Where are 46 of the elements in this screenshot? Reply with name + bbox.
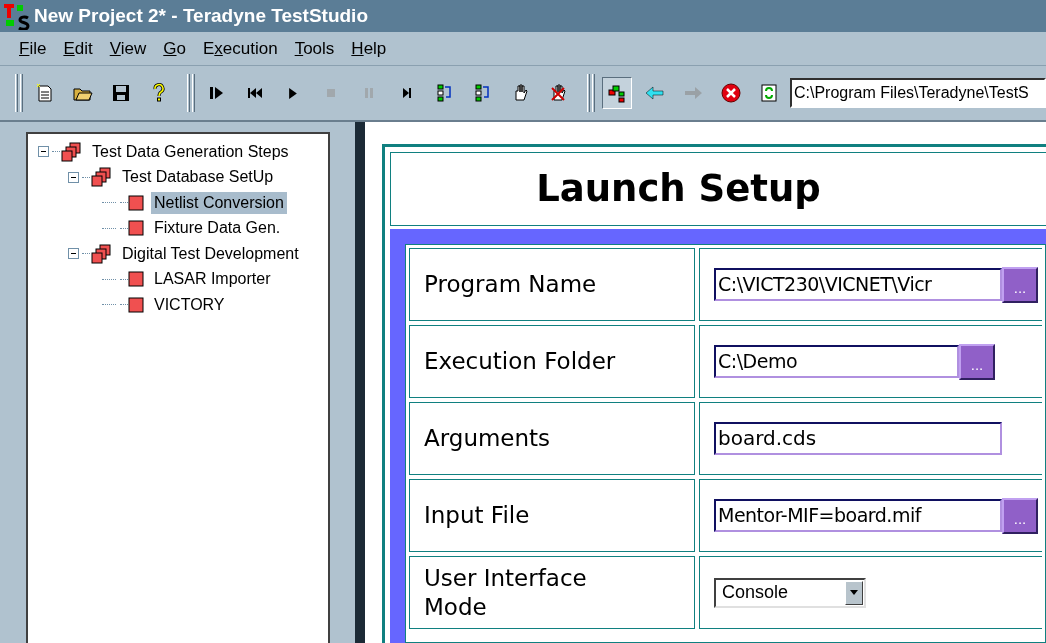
form-title: Launch Setup — [536, 166, 821, 213]
table-cell: Input File — [409, 479, 695, 552]
menu-item[interactable]: Help — [351, 40, 387, 57]
refresh-icon — [758, 82, 780, 104]
tree-item[interactable]: VICTORY — [151, 293, 228, 316]
collapse-toggle[interactable] — [38, 146, 49, 158]
stacked-squares-icon — [90, 167, 112, 188]
tree-item[interactable]: Test Data Generation Steps — [89, 140, 292, 163]
square-icon — [128, 271, 144, 288]
close-icon — [720, 82, 742, 104]
app-logo-icon — [2, 2, 30, 30]
input-field[interactable]: board.cds — [714, 422, 1002, 455]
browse-button[interactable]: ... — [1002, 266, 1038, 303]
toolbar-button[interactable] — [602, 77, 632, 109]
table-cell: User Interface Mode — [409, 556, 695, 629]
menu-item[interactable]: View — [109, 40, 147, 57]
window-title: New Project 2* - Teradyne TestStudio — [34, 3, 368, 28]
square-icon — [128, 296, 144, 313]
square-icon — [128, 194, 144, 211]
play-icon — [289, 87, 297, 99]
menu-item[interactable]: Execution — [203, 40, 278, 57]
stacked-squares-icon — [90, 243, 112, 264]
browse-button[interactable]: ... — [959, 343, 995, 380]
tree-item[interactable]: Test Database SetUp — [119, 166, 277, 189]
collapse-toggle[interactable] — [68, 248, 79, 260]
input-field[interactable]: C:\VICT230\VICNET\Vicr — [714, 268, 1002, 301]
input-field[interactable]: C:\Demo — [714, 345, 959, 378]
tree-item[interactable]: Digital Test Development — [119, 242, 302, 265]
dropdown[interactable]: Console — [714, 577, 866, 608]
tree-icon — [606, 82, 628, 104]
tree-item[interactable]: Fixture Data Gen. — [151, 217, 284, 240]
path-field[interactable]: C:\Program Files\Teradyne\TestS — [790, 78, 1046, 108]
stacked-squares-icon — [60, 141, 82, 162]
table-cell: Execution Folder — [409, 325, 695, 398]
menu-item[interactable]: Edit — [63, 40, 93, 57]
square-icon — [128, 220, 144, 237]
menu-item[interactable]: Tools — [294, 40, 335, 57]
collapse-toggle[interactable] — [68, 171, 79, 183]
tree-item[interactable]: Netlist Conversion — [151, 191, 287, 214]
table-cell: Program Name — [409, 248, 695, 321]
table-cell: Arguments — [409, 402, 695, 475]
browse-button[interactable]: ... — [1002, 497, 1038, 534]
tree-item[interactable]: LASAR Importer — [151, 268, 274, 291]
input-field[interactable]: Mentor-MIF=board.mif — [714, 499, 1002, 532]
menu-item[interactable]: File — [19, 40, 47, 57]
menu-item[interactable]: Go — [163, 40, 186, 57]
